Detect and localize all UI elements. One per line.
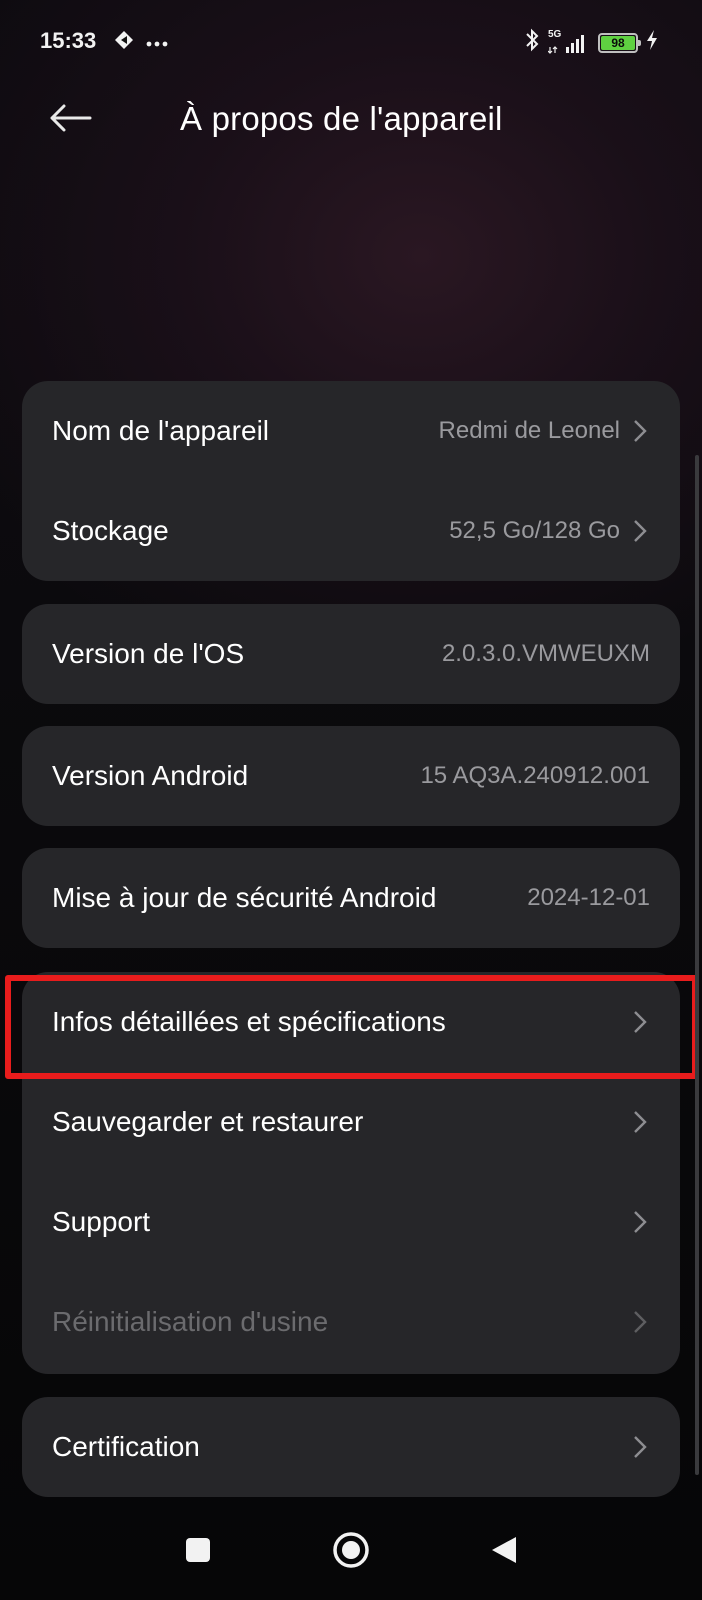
row-value: 15 AQ3A.240912.001 <box>420 762 650 789</box>
support-row[interactable]: Support <box>22 1172 680 1272</box>
chevron-right-icon <box>630 1007 650 1037</box>
status-time: 15:33 <box>40 28 97 53</box>
row-value: Redmi de Leonel <box>438 417 620 444</box>
battery-level: 98 <box>601 35 635 50</box>
security-update-card: Mise à jour de sécurité Android 2024-12-… <box>22 848 680 948</box>
security-update-row[interactable]: Mise à jour de sécurité Android 2024-12-… <box>22 848 680 948</box>
status-right-icons: 5G 98 <box>524 28 658 57</box>
back-button[interactable] <box>48 98 92 142</box>
backup-restore-row[interactable]: Sauvegarder et restaurer <box>22 1072 680 1172</box>
recents-square-icon <box>184 1536 212 1569</box>
arrow-left-icon <box>48 103 92 138</box>
row-value: 52,5 Go/128 Go <box>449 517 620 544</box>
chevron-right-icon <box>630 1432 650 1462</box>
detailed-specs-row[interactable]: Infos détaillées et spécifications <box>22 972 680 1072</box>
battery-icon: 98 <box>598 32 641 53</box>
row-label: Mise à jour de sécurité Android <box>52 882 437 913</box>
certification-row[interactable]: Certification <box>22 1397 680 1497</box>
chevron-right-icon <box>630 1107 650 1137</box>
os-version-card: Version de l'OS 2.0.3.0.VMWEUXM <box>22 604 680 704</box>
device-name-row[interactable]: Nom de l'appareil Redmi de Leonel <box>22 381 680 481</box>
back-nav-button[interactable] <box>482 1530 526 1574</box>
navigation-bar <box>0 1500 702 1600</box>
row-label: Certification <box>52 1431 200 1462</box>
header: À propos de l'appareil <box>0 90 702 150</box>
bluetooth-icon <box>524 28 540 57</box>
recents-button[interactable] <box>176 1530 220 1574</box>
chevron-right-icon <box>630 1207 650 1237</box>
android-version-row[interactable]: Version Android 15 AQ3A.240912.001 <box>22 726 680 826</box>
android-version-card: Version Android 15 AQ3A.240912.001 <box>22 726 680 826</box>
home-button[interactable] <box>329 1530 373 1574</box>
status-bar: 15:33 5G 98 <box>0 0 702 84</box>
status-left-icons <box>114 30 168 55</box>
chevron-right-icon <box>630 1307 650 1337</box>
back-triangle-icon <box>490 1535 518 1570</box>
row-label: Stockage <box>52 515 169 546</box>
row-value: 2024-12-01 <box>527 884 650 911</box>
chevron-right-icon <box>630 516 650 546</box>
settings-links-card: Infos détaillées et spécifications Sauve… <box>22 972 680 1374</box>
row-label: Réinitialisation d'usine <box>52 1306 329 1337</box>
scrollbar[interactable] <box>695 455 699 1475</box>
row-label: Version Android <box>52 760 249 791</box>
row-label: Version de l'OS <box>52 638 245 669</box>
row-label: Infos détaillées et spécifications <box>52 1006 446 1037</box>
row-label: Support <box>52 1206 151 1237</box>
certification-card: Certification <box>22 1397 680 1497</box>
home-circle-icon <box>332 1531 370 1574</box>
row-label: Sauvegarder et restaurer <box>52 1106 364 1137</box>
charging-icon <box>646 30 658 55</box>
more-dots-icon <box>146 34 168 52</box>
chevron-right-icon <box>630 416 650 446</box>
os-version-row[interactable]: Version de l'OS 2.0.3.0.VMWEUXM <box>22 604 680 704</box>
row-label: Nom de l'appareil <box>52 415 270 446</box>
notification-app-icon <box>114 30 134 55</box>
page-title: À propos de l'appareil <box>180 100 503 137</box>
row-value: 2.0.3.0.VMWEUXM <box>441 640 650 667</box>
signal-icon: 5G <box>548 29 590 55</box>
storage-row[interactable]: Stockage 52,5 Go/128 Go <box>22 481 680 581</box>
device-info-card: Nom de l'appareil Redmi de Leonel Stocka… <box>22 381 680 581</box>
factory-reset-row[interactable]: Réinitialisation d'usine <box>22 1272 680 1372</box>
